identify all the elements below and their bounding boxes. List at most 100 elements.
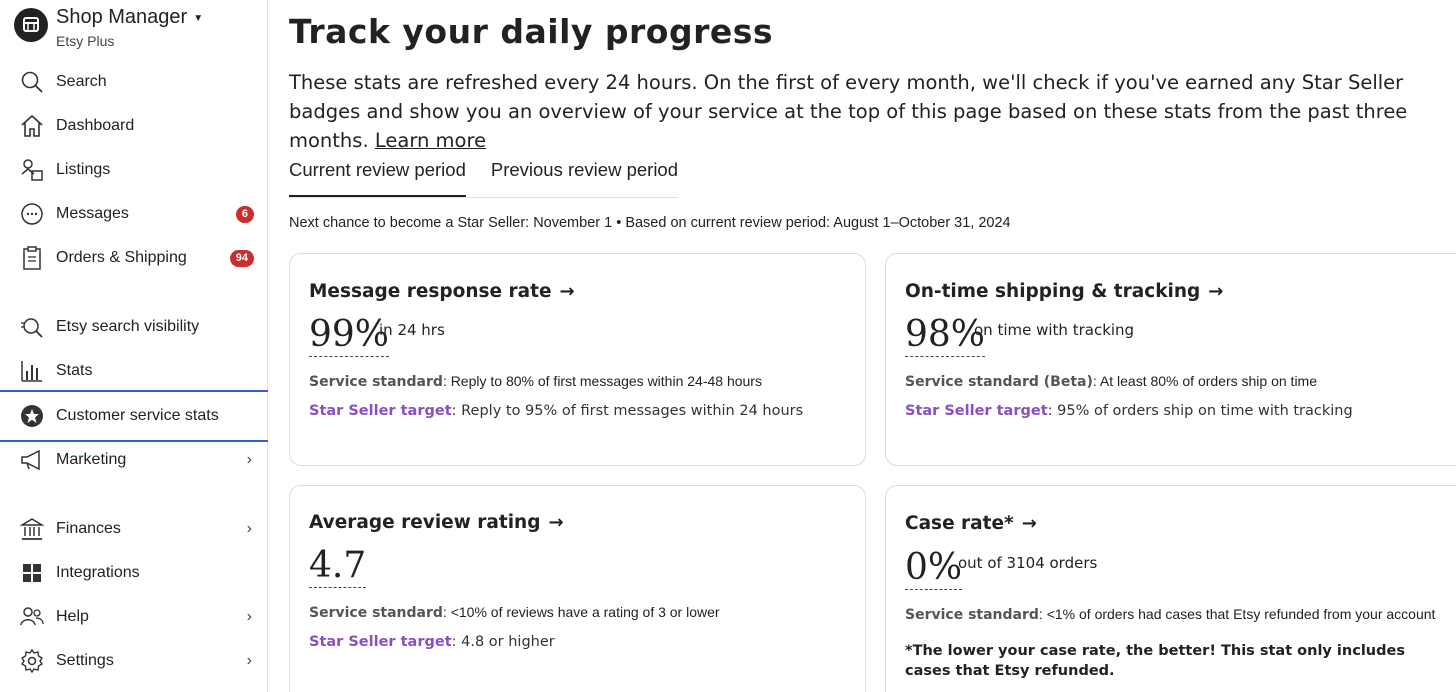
stat-value[interactable]: 0%	[905, 549, 963, 590]
shop-manager-brand[interactable]: Shop Manager ▼ Etsy Plus	[14, 6, 204, 49]
learn-more-link[interactable]: Learn more	[375, 129, 486, 152]
service-standard-text: : At least 80% of orders ship on time	[1092, 373, 1318, 389]
etsy-shop-icon	[14, 8, 48, 42]
chevron-right-icon: ›	[246, 608, 252, 625]
listings-icon	[20, 158, 44, 182]
card-title-link[interactable]: Case rate* →	[905, 513, 1037, 534]
sidebar-item-label: Stats	[56, 362, 93, 379]
sidebar: Shop Manager ▼ Etsy Plus Search Dashboard…	[0, 0, 268, 692]
case-rate-card: Case rate* → 0% out of 3104 orders Servic…	[885, 485, 1456, 692]
unread-count-badge: 6	[235, 205, 254, 223]
message-response-rate-card: Message response rate → 99% in 24 hrs Ser…	[289, 253, 866, 466]
main-content: Track your daily progress These stats ar…	[289, 0, 1456, 692]
messages-icon	[20, 202, 44, 226]
star-seller-target-text: : Reply to 95% of first messages within …	[451, 403, 804, 419]
sidebar-item-label: Etsy search visibility	[56, 318, 200, 335]
intro-text: These stats are refreshed every 24 hours…	[289, 68, 1439, 155]
star-seller-target-label: Star Seller target	[309, 634, 452, 650]
sidebar-item-label: Messages	[56, 205, 129, 222]
sidebar-item-messages[interactable]: Messages 6	[0, 192, 268, 236]
chevron-right-icon: ›	[246, 451, 252, 468]
sidebar-item-label: Settings	[56, 652, 114, 669]
service-standard-label: Service standard	[309, 374, 443, 390]
sidebar-item-label: Orders & Shipping	[56, 249, 187, 266]
sidebar-item-label: Finances	[56, 520, 121, 537]
review-period-tabs: Current review period Previous review pe…	[289, 150, 679, 198]
brand-title: Shop Manager	[56, 6, 188, 28]
arrow-right-icon: →	[1208, 281, 1224, 302]
card-title-link[interactable]: On-time shipping & tracking →	[905, 281, 1223, 302]
card-title: Average review rating	[309, 512, 541, 533]
sidebar-item-search-visibility[interactable]: Etsy search visibility	[0, 305, 268, 349]
stat-value-caption: in 24 hrs	[379, 321, 445, 339]
chevron-right-icon: ›	[246, 520, 252, 537]
clipboard-icon	[20, 246, 44, 270]
service-standard: Service standard (Beta): At least 80% of…	[905, 373, 1317, 390]
stat-value[interactable]: 99%	[309, 316, 390, 357]
service-standard-text: : <1% of orders had cases that Etsy refu…	[1038, 606, 1436, 622]
star-seller-target: Star Seller target: 95% of orders ship o…	[905, 403, 1353, 419]
tab-current-review-period[interactable]: Current review period	[289, 150, 466, 197]
sidebar-item-label: Listings	[56, 161, 111, 178]
stat-value-caption: on time with tracking	[974, 321, 1135, 339]
sidebar-item-finances[interactable]: Finances ›	[0, 507, 268, 551]
sidebar-item-search[interactable]: Search	[0, 60, 268, 104]
bank-icon	[20, 517, 44, 541]
sidebar-item-marketing[interactable]: Marketing ›	[0, 438, 268, 482]
sidebar-item-listings[interactable]: Listings	[0, 148, 268, 192]
star-seller-target-label: Star Seller target	[905, 403, 1048, 419]
sidebar-item-customer-service-stats[interactable]: Customer service stats	[0, 390, 268, 442]
on-time-shipping-card: On-time shipping & tracking → 98% on time…	[885, 253, 1456, 466]
card-title: On-time shipping & tracking	[905, 281, 1201, 302]
sidebar-item-label: Marketing	[56, 451, 127, 468]
sidebar-item-dashboard[interactable]: Dashboard	[0, 104, 268, 148]
sidebar-item-settings[interactable]: Settings ›	[0, 639, 268, 683]
tab-previous-review-period[interactable]: Previous review period	[491, 150, 678, 197]
card-title-link[interactable]: Average review rating →	[309, 512, 564, 533]
gear-icon	[20, 649, 44, 673]
star-badge-icon	[20, 404, 44, 428]
card-title: Message response rate	[309, 281, 552, 302]
star-seller-target-label: Star Seller target	[309, 403, 452, 419]
sidebar-item-label: Dashboard	[56, 117, 135, 134]
page-title: Track your daily progress	[289, 12, 774, 51]
service-standard-text: : Reply to 80% of first messages within …	[442, 373, 762, 389]
search-visibility-icon	[20, 315, 44, 339]
sidebar-item-label: Integrations	[56, 564, 140, 581]
bar-chart-icon	[20, 359, 44, 383]
service-standard-label: Service standard	[905, 607, 1039, 623]
sidebar-item-label: Search	[56, 73, 107, 90]
review-period-info: Next chance to become a Star Seller: Nov…	[289, 215, 1011, 231]
average-review-rating-card: Average review rating → 4.7 Service stand…	[289, 485, 866, 692]
star-seller-target-text: : 95% of orders ship on time with tracki…	[1047, 403, 1353, 419]
sidebar-item-stats[interactable]: Stats	[0, 349, 268, 393]
stat-value[interactable]: 98%	[905, 316, 986, 357]
service-standard-label: Service standard	[309, 605, 443, 621]
orders-count-badge: 94	[229, 249, 254, 267]
chevron-right-icon: ›	[246, 652, 252, 669]
stat-value-caption: out of 3104 orders	[958, 554, 1098, 572]
sidebar-item-help[interactable]: Help ›	[0, 595, 268, 639]
search-icon	[20, 70, 44, 94]
stat-value[interactable]: 4.7	[309, 547, 367, 588]
home-icon	[20, 114, 44, 138]
star-seller-target: Star Seller target: Reply to 95% of firs…	[309, 403, 803, 419]
service-standard: Service standard: <10% of reviews have a…	[309, 604, 720, 621]
service-standard: Service standard: Reply to 80% of first …	[309, 373, 762, 390]
sidebar-item-label: Help	[56, 608, 89, 625]
card-title: Case rate*	[905, 513, 1014, 534]
card-title-link[interactable]: Message response rate →	[309, 281, 575, 302]
service-standard: Service standard: <1% of orders had case…	[905, 606, 1435, 623]
arrow-right-icon: →	[559, 281, 575, 302]
service-standard-text: : <10% of reviews have a rating of 3 or …	[442, 604, 720, 620]
service-standard-label: Service standard (Beta)	[905, 374, 1093, 390]
help-people-icon	[20, 605, 44, 629]
sidebar-item-orders-shipping[interactable]: Orders & Shipping 94	[0, 236, 268, 280]
sidebar-item-integrations[interactable]: Integrations	[0, 551, 268, 595]
case-rate-footnote: *The lower your case rate, the better! T…	[905, 643, 1405, 679]
caret-down-icon: ▼	[193, 13, 204, 24]
arrow-right-icon: →	[1021, 513, 1037, 534]
sidebar-item-label: Customer service stats	[56, 407, 219, 424]
star-seller-target: Star Seller target: 4.8 or higher	[309, 634, 555, 650]
arrow-right-icon: →	[548, 512, 564, 533]
